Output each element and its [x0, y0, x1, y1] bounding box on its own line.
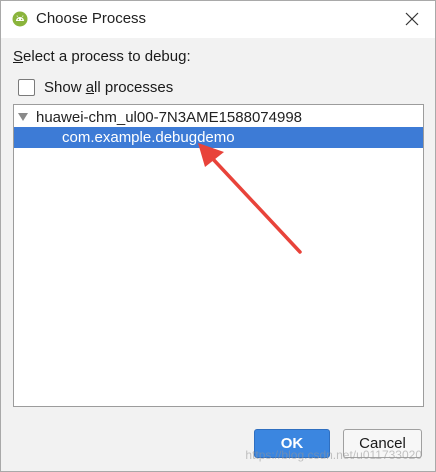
dialog-title: Choose Process	[36, 10, 147, 27]
show-all-processes-label[interactable]: Show all processes	[44, 79, 173, 96]
watermark: https://blog.csdn.net/u011733020	[245, 448, 422, 462]
close-button[interactable]	[397, 5, 427, 33]
show-all-processes-checkbox[interactable]	[18, 78, 35, 96]
triangle-down-icon[interactable]	[18, 113, 28, 121]
process-tree[interactable]: huawei-chm_ul00-7N3AME1588074998 com.exa…	[13, 104, 424, 407]
show-all-processes-row[interactable]: Show all processes	[18, 76, 173, 98]
title-bar: Choose Process	[1, 1, 435, 38]
tree-node-device[interactable]: huawei-chm_ul00-7N3AME1588074998	[14, 107, 423, 127]
prompt-mnemonic: S	[13, 48, 24, 65]
prompt-label: Select a process to debug:	[13, 48, 191, 65]
prompt-text: elect a process to debug:	[23, 48, 191, 65]
close-icon	[405, 12, 419, 26]
checkbox-label-end: ll processes	[94, 78, 174, 96]
device-label: huawei-chm_ul00-7N3AME1588074998	[36, 109, 303, 126]
checkbox-label-start: Show	[44, 78, 86, 96]
process-label: com.example.debugdemo	[62, 129, 235, 146]
choose-process-dialog: Choose Process Select a process to debug…	[0, 0, 436, 472]
tree-node-process-selected[interactable]: com.example.debugdemo	[14, 127, 423, 148]
android-icon	[12, 11, 28, 27]
checkbox-label-mnemonic: a	[85, 78, 95, 96]
